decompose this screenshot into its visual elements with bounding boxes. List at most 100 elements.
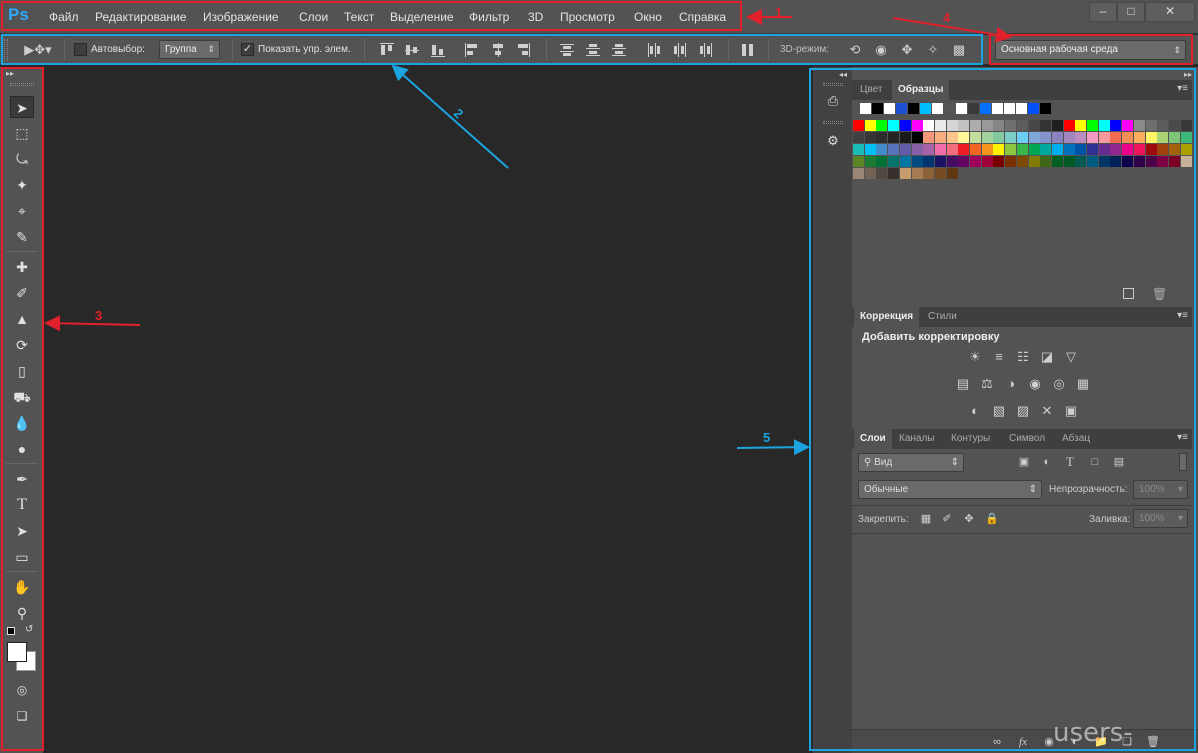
- color-swatch[interactable]: [1122, 156, 1134, 167]
- photo-filter-icon[interactable]: ◉: [1026, 376, 1044, 392]
- color-swatch[interactable]: [1133, 156, 1145, 167]
- color-swatch[interactable]: [853, 132, 864, 143]
- quick-mask-icon[interactable]: ◎: [10, 679, 34, 701]
- color-swatch[interactable]: [993, 132, 1005, 143]
- color-swatch[interactable]: [1110, 132, 1122, 143]
- move-tool-icon[interactable]: ➤: [10, 96, 34, 118]
- color-swatch[interactable]: [1075, 132, 1087, 143]
- pan-3d-icon[interactable]: ✥: [898, 42, 916, 58]
- filter-pixel-icon[interactable]: ▣: [1017, 455, 1031, 469]
- color-swatch[interactable]: [1087, 144, 1098, 155]
- color-swatch[interactable]: [1133, 120, 1145, 131]
- recent-swatch[interactable]: [1040, 103, 1051, 114]
- color-swatch[interactable]: [1063, 156, 1075, 167]
- color-swatch[interactable]: [853, 120, 864, 131]
- color-swatch[interactable]: [1040, 156, 1052, 167]
- color-swatch[interactable]: [934, 120, 946, 131]
- color-swatch[interactable]: [1051, 132, 1063, 143]
- filter-shape-icon[interactable]: □: [1088, 455, 1102, 469]
- curves-icon[interactable]: ☷: [1014, 349, 1032, 365]
- color-swatch[interactable]: [1051, 120, 1063, 131]
- color-swatch[interactable]: [888, 156, 900, 167]
- blend-mode-select[interactable]: Обычные ⇕: [858, 480, 1042, 499]
- color-swatch[interactable]: [1098, 156, 1110, 167]
- color-swatch[interactable]: [1168, 144, 1180, 155]
- recent-swatch[interactable]: [956, 103, 967, 114]
- brightness-icon[interactable]: ☀: [966, 349, 984, 365]
- color-swatch[interactable]: [923, 168, 935, 179]
- tab-swatches[interactable]: Образцы: [892, 80, 950, 100]
- color-swatch[interactable]: [1040, 120, 1052, 131]
- color-swatch[interactable]: [958, 132, 970, 143]
- recent-swatch[interactable]: [920, 103, 931, 114]
- fill-field[interactable]: 100% ▾: [1133, 509, 1188, 528]
- recent-swatch[interactable]: [1028, 103, 1039, 114]
- color-swatch[interactable]: [864, 132, 876, 143]
- color-swatch[interactable]: [946, 120, 958, 131]
- recent-swatch[interactable]: [896, 103, 907, 114]
- posterize-icon[interactable]: ▧: [990, 403, 1008, 419]
- color-swatch[interactable]: [1180, 156, 1192, 167]
- color-swatch[interactable]: [946, 144, 958, 155]
- color-swatch[interactable]: [888, 168, 900, 179]
- color-swatch[interactable]: [899, 168, 911, 179]
- color-swatch[interactable]: [899, 156, 911, 167]
- color-swatch[interactable]: [876, 156, 888, 167]
- hue-saturation-icon[interactable]: ▤: [954, 376, 972, 392]
- color-swatch[interactable]: [876, 120, 888, 131]
- color-swatch[interactable]: [1028, 144, 1040, 155]
- color-swatch[interactable]: [864, 144, 876, 155]
- color-swatch[interactable]: [993, 120, 1005, 131]
- distribute-top-icon[interactable]: [560, 43, 574, 57]
- properties-panel-icon[interactable]: ⚙: [823, 131, 843, 151]
- color-swatch[interactable]: [993, 156, 1005, 167]
- color-swatch[interactable]: [1168, 156, 1180, 167]
- color-swatch[interactable]: [934, 168, 946, 179]
- color-swatch[interactable]: [1005, 132, 1017, 143]
- history-brush-tool-icon[interactable]: ⟳: [10, 334, 34, 356]
- black-white-icon[interactable]: ◑: [1002, 376, 1020, 392]
- align-hcenter-icon[interactable]: [491, 43, 505, 57]
- panel-menu-icon[interactable]: ▾≡: [1177, 310, 1188, 321]
- color-swatch[interactable]: [958, 120, 970, 131]
- color-swatch[interactable]: [911, 168, 923, 179]
- tab-color[interactable]: Цвет: [854, 80, 888, 100]
- filter-adjustment-icon[interactable]: ◐: [1040, 455, 1054, 469]
- align-vcenter-icon[interactable]: [405, 43, 419, 57]
- panel-menu-icon[interactable]: ▾≡: [1177, 83, 1188, 94]
- color-swatch[interactable]: [981, 144, 993, 155]
- color-swatch[interactable]: [981, 120, 993, 131]
- color-swatch[interactable]: [1005, 120, 1017, 131]
- color-swatch[interactable]: [1087, 132, 1098, 143]
- color-swatch[interactable]: [1180, 132, 1192, 143]
- color-swatch[interactable]: [946, 168, 958, 179]
- menu-layers[interactable]: Слои: [299, 10, 328, 24]
- color-swatch[interactable]: [876, 168, 888, 179]
- color-swatch[interactable]: [1087, 120, 1098, 131]
- shape-tool-icon[interactable]: ▭: [10, 546, 34, 568]
- color-swatch[interactable]: [1051, 144, 1063, 155]
- default-colors-icon[interactable]: [7, 627, 15, 635]
- eyedropper-tool-icon[interactable]: ✎: [10, 226, 34, 248]
- lock-all-icon[interactable]: 🔒: [985, 512, 999, 526]
- eraser-tool-icon[interactable]: ▯: [10, 360, 34, 382]
- clone-stamp-tool-icon[interactable]: ▲: [10, 308, 34, 330]
- gradient-map-icon[interactable]: ▣: [1062, 403, 1080, 419]
- color-swatch[interactable]: [1133, 132, 1145, 143]
- color-swatch[interactable]: [1157, 120, 1169, 131]
- color-swatch[interactable]: [876, 144, 888, 155]
- move-tool-preset-icon[interactable]: ▶✥▾: [24, 42, 52, 58]
- brush-tool-icon[interactable]: ✐: [10, 282, 34, 304]
- roll-3d-icon[interactable]: ◉: [872, 42, 890, 58]
- vibrance-icon[interactable]: ▽: [1062, 349, 1080, 365]
- lock-pixels-icon[interactable]: ✐: [940, 512, 954, 526]
- scale-3d-icon[interactable]: ▩: [950, 42, 968, 58]
- filter-toggle[interactable]: [1179, 453, 1187, 471]
- color-swatch[interactable]: [1180, 120, 1192, 131]
- tab-layers[interactable]: Слои: [854, 429, 892, 449]
- color-swatch[interactable]: [1016, 144, 1028, 155]
- tab-styles[interactable]: Стили: [922, 307, 963, 327]
- new-swatch-icon[interactable]: [1123, 288, 1134, 299]
- color-swatch[interactable]: [1145, 120, 1157, 131]
- color-swatch[interactable]: [888, 120, 900, 131]
